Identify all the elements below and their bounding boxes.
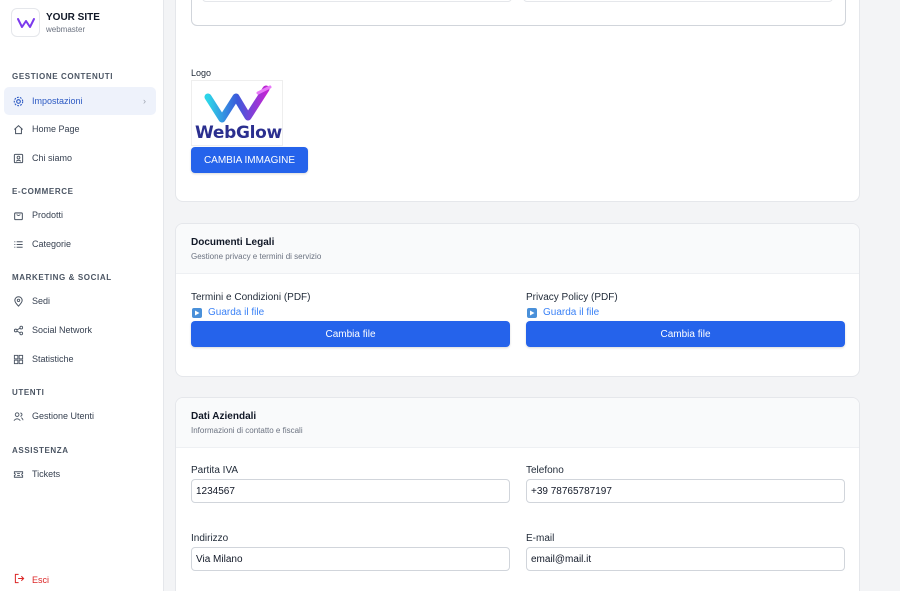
play-icon [192,307,202,318]
text-input[interactable] [523,0,833,2]
email-input[interactable]: email@mail.it [526,547,845,571]
inner-fieldset [191,0,846,26]
brand-logo [11,8,40,37]
terms-view-link[interactable]: Guarda il file [192,307,264,318]
sidebar-item-label: Impostazioni [32,96,83,106]
brand[interactable]: YOUR SITE webmaster [11,8,100,37]
card-header: Dati Aziendali Informazioni di contatto … [176,398,859,448]
company-data-card: Dati Aziendali Informazioni di contatto … [175,397,860,591]
map-pin-icon [12,295,24,307]
section-title-e-commerce: E-COMMERCE [12,187,74,196]
sidebar-item-social-network[interactable]: Social Network [4,316,156,344]
sidebar-item-statistiche[interactable]: Statistiche [4,345,156,373]
change-image-button[interactable]: CAMBIA IMMAGINE [191,147,308,173]
privacy-view-link[interactable]: Guarda il file [527,307,599,318]
logo-label: Logo [191,68,212,78]
sidebar-item-categorie[interactable]: Categorie [4,230,156,258]
brand-subtitle: webmaster [46,24,86,34]
sidebar-item-label: Sedi [32,296,51,306]
play-icon [527,307,537,318]
phone-input[interactable]: +39 78765787197 [526,479,845,503]
sidebar-item-label: Social Network [32,325,93,335]
privacy-label: Privacy Policy (PDF) [526,292,618,303]
section-title-marketing-social: MARKETING & SOCIAL [12,273,112,282]
phone-label: Telefono [526,465,564,476]
vat-input[interactable]: 1234567 [191,479,510,503]
sidebar: YOUR SITE webmaster GESTIONE CONTENUTI I… [0,0,164,591]
ticket-icon [12,468,24,480]
legal-documents-card: Documenti Legali Gestione privacy e term… [175,223,860,377]
share-icon [12,324,24,336]
general-settings-card: Logo WebGlow CAMBIA IMMAGINE [175,0,860,202]
section-title-utenti: UTENTI [12,388,45,397]
list-icon [12,238,24,250]
users-icon [12,410,24,422]
sidebar-item-chi-siamo[interactable]: Chi siamo [4,144,156,172]
sidebar-item-impostazioni[interactable]: Impostazioni › [4,87,156,115]
address-label: Indirizzo [191,533,229,544]
card-header: Documenti Legali Gestione privacy e term… [176,224,859,274]
card-title: Documenti Legali [191,237,275,248]
chevron-right-icon: › [143,96,146,106]
terms-change-file-button[interactable]: Cambia file [191,321,510,347]
sidebar-item-label: Tickets [32,469,61,479]
sidebar-item-label: Statistiche [32,354,74,364]
sidebar-item-home-page[interactable]: Home Page [4,115,156,143]
sidebar-item-label: Home Page [32,124,80,134]
card-title: Dati Aziendali [191,411,257,422]
sidebar-item-gestione-utenti[interactable]: Gestione Utenti [4,402,156,430]
sidebar-item-label: Chi siamo [32,153,73,163]
vat-label: Partita IVA [191,465,239,476]
sidebar-item-label: Gestione Utenti [32,411,95,421]
bag-icon [12,209,24,221]
sidebar-item-sedi[interactable]: Sedi [4,287,156,315]
grid-icon [12,353,24,365]
card-subtitle: Gestione privacy e termini di servizio [191,252,322,261]
id-card-icon [12,152,24,164]
gear-icon [12,95,24,107]
sidebar-item-label: Categorie [32,239,72,249]
logo-image: WebGlow [191,80,283,146]
privacy-change-file-button[interactable]: Cambia file [526,321,845,347]
logo-text: WebGlow [195,123,282,143]
logout-button[interactable]: Esci [14,573,49,586]
brand-title: YOUR SITE [46,11,100,23]
logout-label: Esci [32,574,50,585]
card-subtitle: Informazioni di contatto e fiscali [191,426,303,435]
sidebar-item-prodotti[interactable]: Prodotti [4,201,156,229]
section-title-assistenza: ASSISTENZA [12,446,69,455]
logout-icon [14,573,25,586]
home-icon [12,123,24,135]
sidebar-item-label: Prodotti [32,210,64,220]
terms-label: Termini e Condizioni (PDF) [191,292,311,303]
text-input[interactable] [202,0,512,2]
sidebar-item-tickets[interactable]: Tickets [4,460,156,488]
address-input[interactable]: Via Milano [191,547,510,571]
section-title-gestione-contenuti: GESTIONE CONTENUTI [12,72,114,81]
email-label: E-mail [526,533,555,544]
